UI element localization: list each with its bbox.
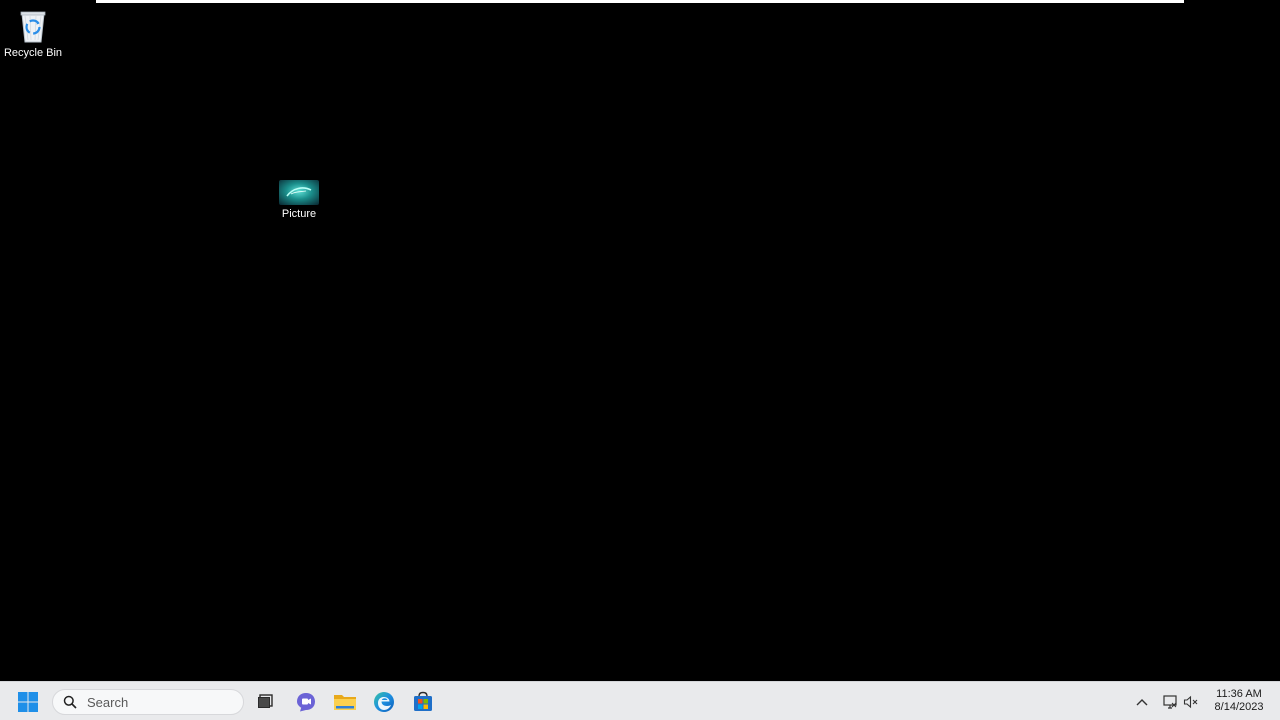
teams-chat-icon [297,693,315,712]
file-explorer-button[interactable] [329,686,361,718]
top-edge-line [96,0,1184,3]
windows-start-icon [18,692,38,712]
picture-label: Picture [281,208,317,220]
network-status-button[interactable] [1160,692,1180,712]
edge-button[interactable] [368,686,400,718]
edge-browser-icon [374,692,394,712]
picture-thumbnail-icon [279,180,319,205]
clock[interactable]: 11:36 AM 8/14/2023 [1206,688,1272,714]
task-view-icon [258,694,273,708]
picture-desktop-icon[interactable]: Picture [266,180,332,220]
taskbar: Search 11:36 AM 8/14/2023 [0,681,1280,720]
desktop: Recycle Bin Picture [0,0,1280,681]
taskbar-search-box[interactable]: Search [52,689,244,715]
store-button[interactable] [407,686,439,718]
volume-muted-icon [1183,695,1198,709]
volume-button[interactable] [1181,692,1201,712]
start-button[interactable] [12,686,44,718]
search-placeholder: Search [87,694,129,710]
store-icon [414,691,432,711]
chevron-up-icon [1136,699,1148,706]
recycle-bin-desktop-icon[interactable]: Recycle Bin [0,6,66,59]
recycle-bin-icon [20,11,46,43]
chat-button[interactable] [290,686,322,718]
show-hidden-icons-button[interactable] [1132,692,1152,712]
task-view-button[interactable] [249,686,281,718]
clock-time: 11:36 AM [1216,688,1262,700]
network-icon [1163,695,1177,709]
recycle-bin-label: Recycle Bin [3,47,63,59]
clock-date: 8/14/2023 [1214,701,1264,713]
search-icon [63,695,77,709]
folder-icon [334,695,356,710]
